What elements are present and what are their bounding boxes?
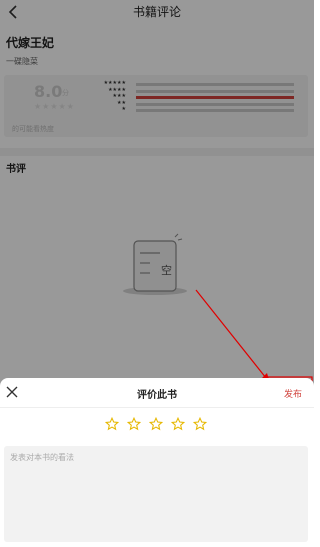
review-textarea[interactable]: [4, 446, 308, 542]
star-5-icon[interactable]: [193, 417, 207, 431]
rate-book-sheet: 评价此书 发布: [0, 378, 314, 547]
publish-button[interactable]: 发布: [284, 387, 302, 400]
sheet-title: 评价此书: [137, 390, 177, 401]
star-rating-input[interactable]: [105, 417, 211, 435]
star-2-icon[interactable]: [127, 417, 141, 431]
star-1-icon[interactable]: [105, 417, 119, 431]
star-4-icon[interactable]: [171, 417, 185, 431]
sheet-header: 评价此书 发布: [0, 378, 314, 408]
star-3-icon[interactable]: [149, 417, 163, 431]
